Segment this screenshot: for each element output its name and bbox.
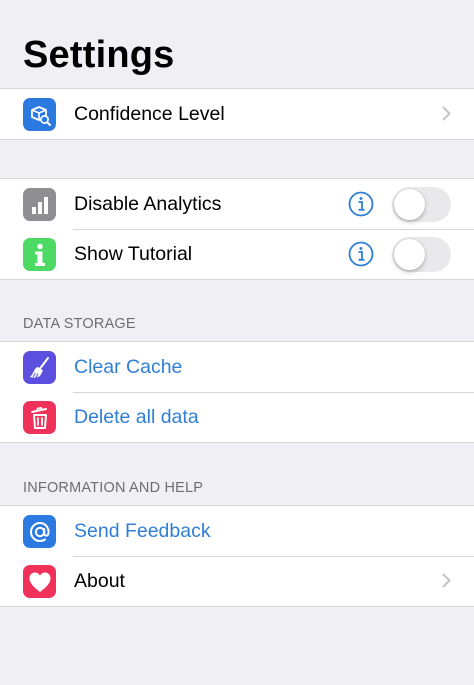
cube-search-icon xyxy=(23,98,56,131)
data-storage-group: Clear Cache Delete all data xyxy=(0,341,474,443)
bar-chart-icon xyxy=(23,188,56,221)
toggle-knob xyxy=(394,189,425,220)
disable-analytics-row: Disable Analytics xyxy=(0,179,474,229)
broom-icon xyxy=(23,351,56,384)
information-help-group: Send Feedback About xyxy=(0,505,474,607)
send-feedback-row[interactable]: Send Feedback xyxy=(0,506,474,556)
analytics-info-icon[interactable] xyxy=(348,191,374,222)
show-tutorial-row: Show Tutorial xyxy=(0,229,474,279)
page-title: Settings xyxy=(23,34,175,76)
info-icon xyxy=(23,238,56,271)
send-feedback-label: Send Feedback xyxy=(74,519,211,542)
disable-analytics-toggle[interactable] xyxy=(392,187,451,222)
heart-icon xyxy=(23,565,56,598)
tutorial-info-icon[interactable] xyxy=(348,241,374,272)
confidence-level-label: Confidence Level xyxy=(74,102,225,125)
settings-screen: Settings Confidence Level Disable Analyt… xyxy=(0,0,474,685)
show-tutorial-toggle[interactable] xyxy=(392,237,451,272)
section-header-data-storage: DATA STORAGE xyxy=(23,316,136,332)
toggles-group: Disable Analytics Show Tutorial xyxy=(0,178,474,280)
chevron-right-icon xyxy=(442,573,451,593)
about-label: About xyxy=(74,569,125,592)
clear-cache-label: Clear Cache xyxy=(74,355,183,378)
chevron-right-icon xyxy=(442,106,451,126)
trash-icon xyxy=(23,401,56,434)
about-row[interactable]: About xyxy=(0,556,474,606)
disable-analytics-label: Disable Analytics xyxy=(74,192,222,215)
confidence-group: Confidence Level xyxy=(0,88,474,140)
section-header-information-help: INFORMATION AND HELP xyxy=(23,480,204,496)
delete-all-data-label: Delete all data xyxy=(74,405,199,428)
clear-cache-row[interactable]: Clear Cache xyxy=(0,342,474,392)
toggle-knob xyxy=(394,239,425,270)
delete-all-data-row[interactable]: Delete all data xyxy=(0,392,474,442)
show-tutorial-label: Show Tutorial xyxy=(74,242,193,265)
confidence-level-row[interactable]: Confidence Level xyxy=(0,89,474,139)
at-sign-icon xyxy=(23,515,56,548)
